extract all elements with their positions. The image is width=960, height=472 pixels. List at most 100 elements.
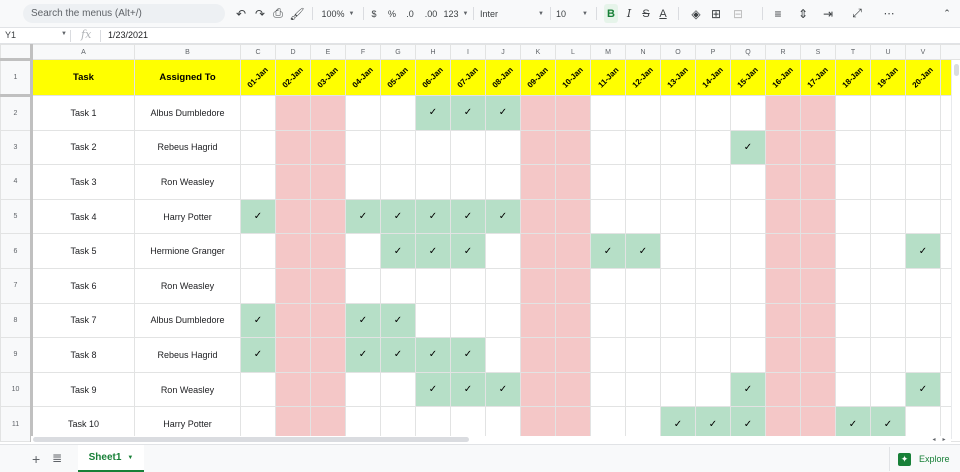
checked-day-cell[interactable]: ✓ (345, 337, 381, 373)
day-cell[interactable] (695, 164, 731, 200)
weekend-day-cell[interactable] (555, 164, 591, 200)
percent-button[interactable]: % (386, 4, 398, 23)
weekend-day-cell[interactable] (275, 233, 311, 269)
column-header[interactable]: J (485, 44, 521, 60)
assigned-to-cell[interactable]: Rebeus Hagrid (134, 337, 241, 373)
day-cell[interactable] (450, 164, 486, 200)
day-cell[interactable] (730, 337, 766, 373)
select-all-corner[interactable] (0, 44, 33, 61)
column-header[interactable] (940, 44, 960, 60)
menu-search-input[interactable]: Search the menus (Alt+/) (23, 4, 225, 23)
weekend-day-cell[interactable] (310, 267, 346, 304)
weekend-day-cell[interactable] (310, 164, 346, 200)
row-header[interactable]: 10 (0, 371, 33, 408)
day-cell[interactable] (240, 233, 276, 269)
task-cell[interactable]: Task 7 (31, 302, 135, 339)
day-cell[interactable] (905, 302, 941, 339)
day-cell[interactable] (485, 233, 521, 269)
day-cell[interactable] (380, 267, 416, 304)
checked-day-cell[interactable]: ✓ (450, 337, 486, 373)
day-cell[interactable] (730, 95, 766, 131)
weekend-day-cell[interactable] (555, 198, 591, 235)
zoom-select[interactable]: 100% ▼ (318, 4, 358, 23)
day-cell[interactable] (835, 302, 871, 339)
horizontal-scroll-thumb[interactable] (33, 437, 469, 442)
date-header-cell[interactable]: 15-Jan (730, 59, 766, 96)
weekend-day-cell[interactable] (310, 233, 346, 269)
checked-day-cell[interactable]: ✓ (485, 198, 521, 235)
assigned-to-cell[interactable]: Ron Weasley (134, 164, 241, 200)
checked-day-cell[interactable]: ✓ (625, 233, 661, 269)
day-cell[interactable] (730, 164, 766, 200)
day-cell[interactable] (415, 267, 451, 304)
day-cell[interactable] (625, 164, 661, 200)
weekend-day-cell[interactable] (800, 371, 836, 408)
weekend-day-cell[interactable] (800, 302, 836, 339)
day-cell[interactable] (835, 164, 871, 200)
weekend-day-cell[interactable] (765, 95, 801, 131)
day-cell[interactable] (695, 337, 731, 373)
column-header[interactable]: H (415, 44, 451, 60)
weekend-day-cell[interactable] (800, 164, 836, 200)
row-header[interactable]: 3 (0, 129, 33, 166)
paint-format-icon[interactable]: 🖌 (289, 4, 305, 23)
text-rotation-icon[interactable]: ⤢ (845, 4, 869, 23)
weekend-day-cell[interactable] (765, 267, 801, 304)
date-header-cell[interactable]: 17-Jan (800, 59, 836, 96)
day-cell[interactable] (660, 95, 696, 131)
weekend-day-cell[interactable] (520, 371, 556, 408)
checked-day-cell[interactable]: ✓ (415, 198, 451, 235)
checked-day-cell[interactable]: ✓ (905, 371, 941, 408)
date-header-cell[interactable]: 02-Jan (275, 59, 311, 96)
date-header-cell[interactable]: 09-Jan (520, 59, 556, 96)
checked-day-cell[interactable]: ✓ (730, 129, 766, 166)
date-header-cell[interactable]: 05-Jan (380, 59, 416, 96)
day-cell[interactable] (870, 198, 906, 235)
date-header-cell[interactable]: 06-Jan (415, 59, 451, 96)
print-icon[interactable]: ⎙ (270, 4, 286, 23)
day-cell[interactable] (835, 371, 871, 408)
day-cell[interactable] (625, 371, 661, 408)
weekend-day-cell[interactable] (555, 95, 591, 131)
day-cell[interactable] (660, 267, 696, 304)
row-header[interactable]: 6 (0, 233, 33, 269)
row-header[interactable]: 1 (0, 59, 33, 97)
task-cell[interactable]: Task 4 (31, 198, 135, 235)
column-header[interactable]: K (520, 44, 556, 60)
checked-day-cell[interactable]: ✓ (380, 233, 416, 269)
checked-day-cell[interactable]: ✓ (415, 337, 451, 373)
day-cell[interactable] (695, 267, 731, 304)
day-cell[interactable] (905, 337, 941, 373)
italic-button[interactable]: I (622, 4, 636, 23)
strikethrough-button[interactable]: S (639, 4, 653, 23)
weekend-day-cell[interactable] (310, 198, 346, 235)
day-cell[interactable] (660, 129, 696, 166)
weekend-day-cell[interactable] (275, 164, 311, 200)
day-cell[interactable] (730, 198, 766, 235)
column-header[interactable]: T (835, 44, 871, 60)
day-cell[interactable] (450, 302, 486, 339)
task-cell[interactable]: Task 8 (31, 337, 135, 373)
day-cell[interactable] (590, 198, 626, 235)
day-cell[interactable] (590, 95, 626, 131)
day-cell[interactable] (625, 198, 661, 235)
date-header-cell[interactable]: 10-Jan (555, 59, 591, 96)
assigned-to-cell[interactable]: Ron Weasley (134, 267, 241, 304)
date-header-cell[interactable]: 18-Jan (835, 59, 871, 96)
weekend-day-cell[interactable] (765, 198, 801, 235)
date-header-cell[interactable]: 13-Jan (660, 59, 696, 96)
checked-day-cell[interactable]: ✓ (905, 233, 941, 269)
day-cell[interactable] (345, 95, 381, 131)
day-cell[interactable] (590, 337, 626, 373)
checked-day-cell[interactable]: ✓ (240, 337, 276, 373)
task-cell[interactable]: Task 9 (31, 371, 135, 408)
day-cell[interactable] (660, 233, 696, 269)
weekend-day-cell[interactable] (520, 302, 556, 339)
all-sheets-icon[interactable]: ≣ (52, 451, 62, 465)
day-cell[interactable] (835, 267, 871, 304)
column-header[interactable]: N (625, 44, 661, 60)
align-vertical-icon[interactable]: ⇕ (793, 4, 813, 23)
weekend-day-cell[interactable] (520, 198, 556, 235)
date-header-cell[interactable]: 03-Jan (310, 59, 346, 96)
checked-day-cell[interactable]: ✓ (450, 233, 486, 269)
